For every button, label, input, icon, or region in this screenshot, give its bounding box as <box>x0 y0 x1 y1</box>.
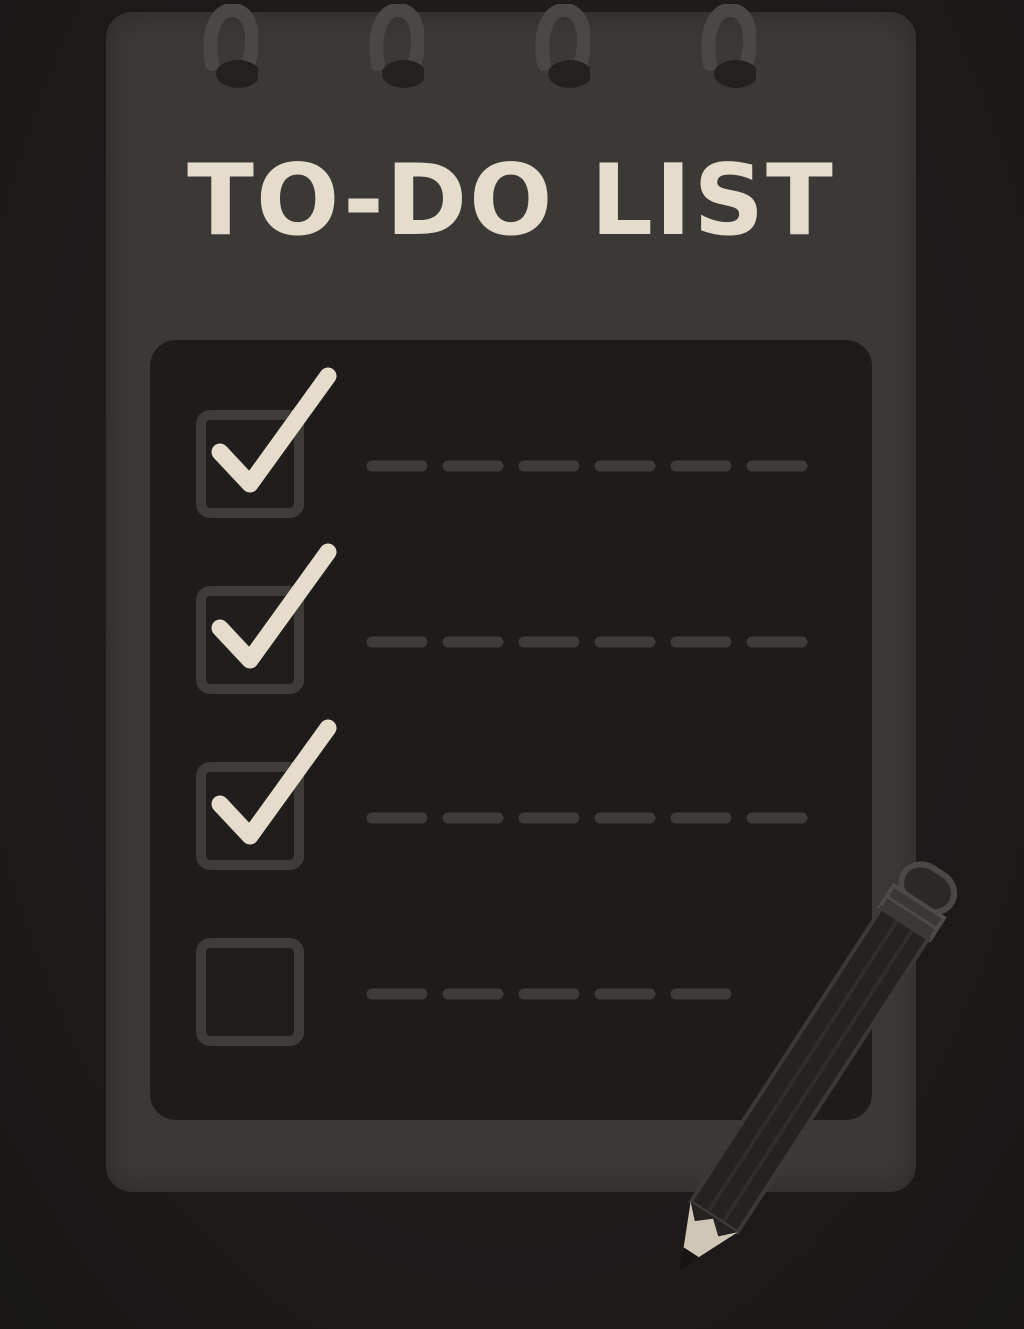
notepad-title: TO-DO LIST <box>187 144 835 258</box>
item-placeholder-line <box>366 460 826 472</box>
spiral-ring-icon <box>534 4 590 94</box>
spiral-ring-icon <box>202 4 258 94</box>
list-item <box>196 543 836 708</box>
list-item <box>196 367 836 532</box>
illustration-canvas: TO-DO LIST <box>0 0 1024 1329</box>
pencil-icon <box>679 861 958 1271</box>
checkbox[interactable] <box>196 938 304 1046</box>
item-placeholder-line <box>366 636 826 648</box>
checkmark-icon <box>211 543 337 669</box>
checkmark-icon <box>211 719 337 845</box>
item-placeholder-line <box>366 812 826 824</box>
spiral-ring-icon <box>368 4 424 94</box>
spiral-ring-icon <box>700 4 756 94</box>
checkmark-icon <box>211 367 337 493</box>
